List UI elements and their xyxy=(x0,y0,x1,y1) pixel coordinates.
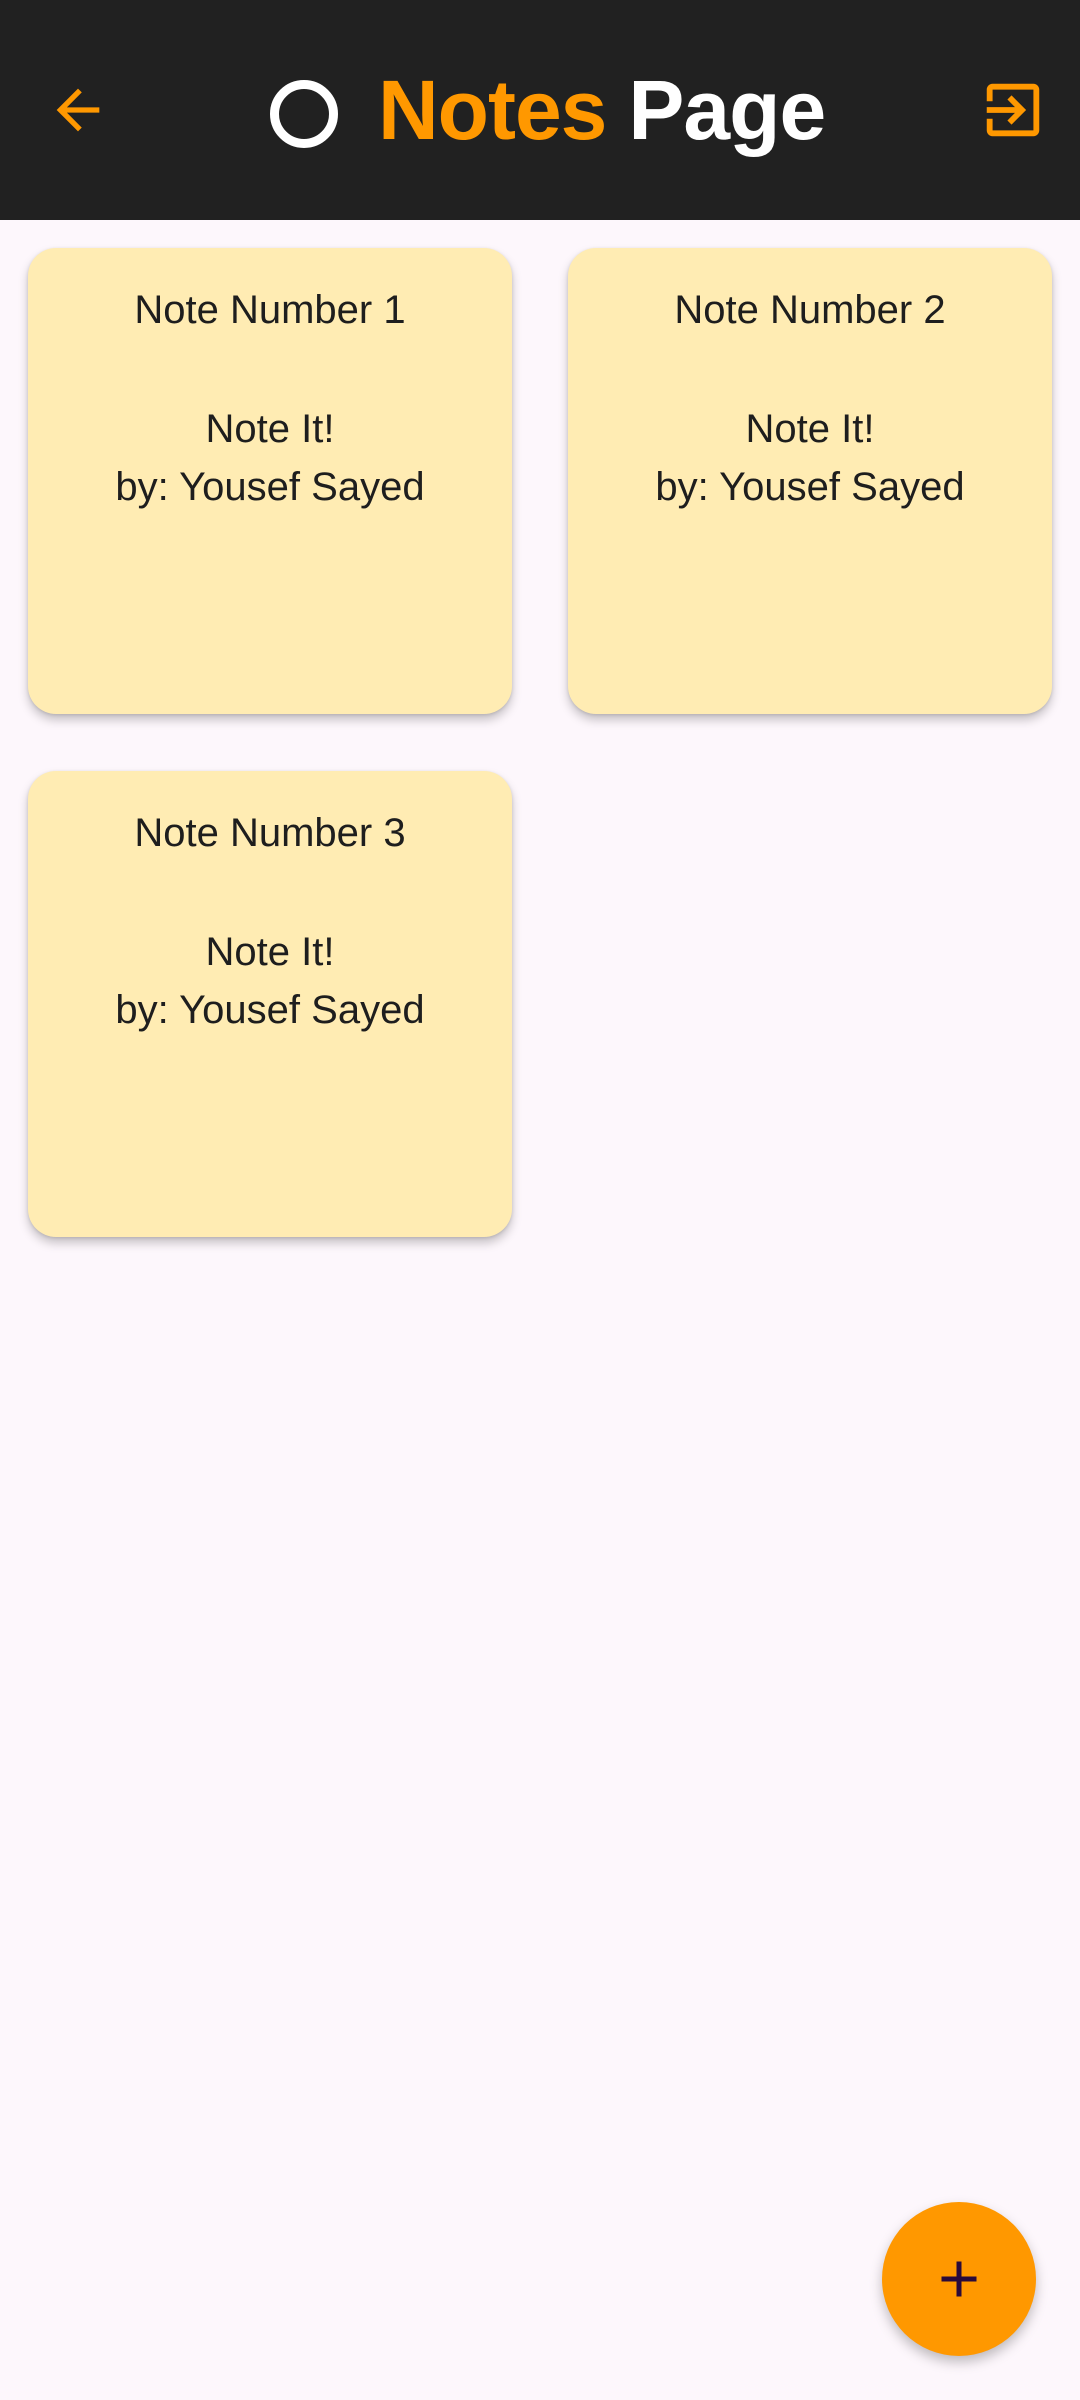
note-card-2[interactable]: Note Number 2 Note It! by: Yousef Sayed xyxy=(568,248,1052,714)
app-bar: Notes Page xyxy=(0,0,1080,220)
note-title: Note Number 1 xyxy=(134,288,406,332)
note-author: by: Yousef Sayed xyxy=(115,988,425,1032)
note-body: Note It! by: Yousef Sayed xyxy=(28,923,512,1039)
ring-icon xyxy=(270,80,338,148)
note-line: Note It! xyxy=(745,407,875,451)
note-line: Note It! xyxy=(205,407,335,451)
page-title: Notes Page xyxy=(270,54,826,166)
title-notes: Notes xyxy=(378,62,607,157)
note-title: Note Number 2 xyxy=(674,288,946,332)
note-body: Note It! by: Yousef Sayed xyxy=(568,400,1052,516)
note-body: Note It! by: Yousef Sayed xyxy=(28,400,512,516)
exit-to-app-icon xyxy=(986,83,1040,137)
note-author: by: Yousef Sayed xyxy=(115,465,425,509)
back-button[interactable] xyxy=(38,70,118,150)
add-note-button[interactable] xyxy=(882,2202,1036,2356)
note-author: by: Yousef Sayed xyxy=(655,465,965,509)
logout-button[interactable] xyxy=(970,70,1056,150)
note-line: Note It! xyxy=(205,930,335,974)
note-card-3[interactable]: Note Number 3 Note It! by: Yousef Sayed xyxy=(28,771,512,1237)
arrow-back-icon xyxy=(56,88,100,132)
title-page: Page xyxy=(628,62,826,157)
note-card-1[interactable]: Note Number 1 Note It! by: Yousef Sayed xyxy=(28,248,512,714)
add-icon xyxy=(941,2261,977,2297)
note-title: Note Number 3 xyxy=(134,811,406,855)
